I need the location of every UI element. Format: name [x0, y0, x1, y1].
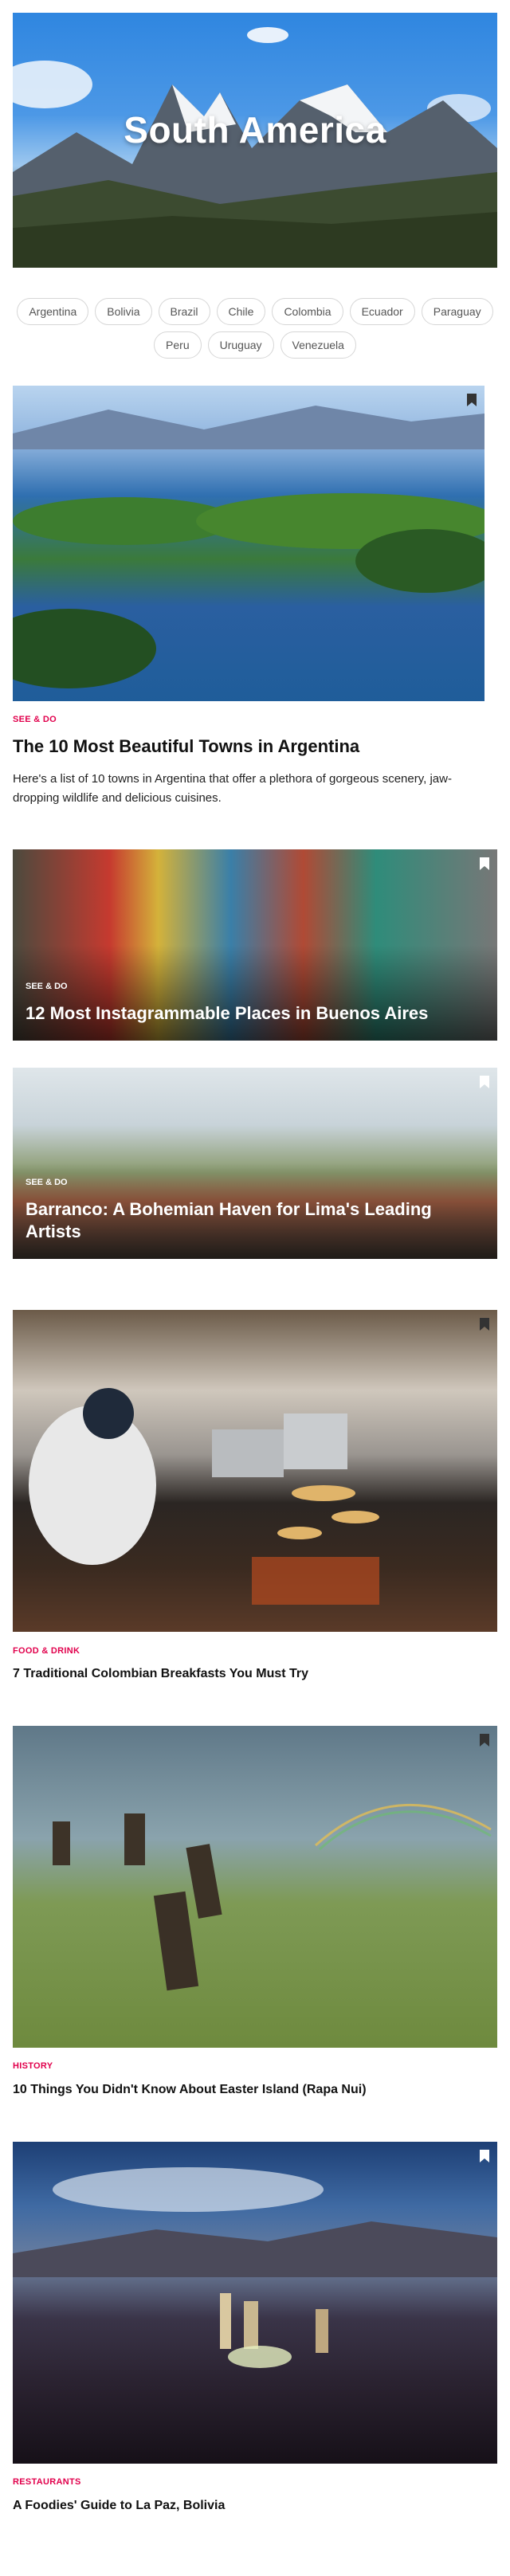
- chip-bolivia[interactable]: Bolivia: [95, 298, 152, 325]
- article-title[interactable]: A Foodies' Guide to La Paz, Bolivia: [13, 2499, 225, 2513]
- category-label[interactable]: HISTORY: [13, 2061, 53, 2071]
- bookmark-icon[interactable]: [480, 1318, 489, 1331]
- chip-venezuela[interactable]: Venezuela: [280, 331, 356, 359]
- image-gradient: [13, 945, 497, 1041]
- city-illustration: [13, 2167, 497, 2368]
- chip-paraguay[interactable]: Paraguay: [421, 298, 493, 325]
- hero-banner: South America: [13, 13, 497, 268]
- chip-uruguay[interactable]: Uruguay: [207, 331, 274, 359]
- chip-argentina[interactable]: Argentina: [17, 298, 89, 325]
- article-title[interactable]: 12 Most Instagrammable Places in Buenos …: [26, 1002, 472, 1025]
- article-image-easter-island[interactable]: [13, 1726, 497, 2048]
- chip-chile[interactable]: Chile: [216, 298, 266, 325]
- lake-illustration: [13, 406, 484, 688]
- category-label[interactable]: RESTAURANTS: [13, 2477, 81, 2487]
- article-title[interactable]: 10 Things You Didn't Know About Easter I…: [13, 2083, 367, 2097]
- chip-ecuador[interactable]: Ecuador: [349, 298, 415, 325]
- chip-peru[interactable]: Peru: [154, 331, 202, 359]
- bookmark-icon[interactable]: [480, 1734, 489, 1747]
- category-label[interactable]: SEE & DO: [26, 1178, 68, 1187]
- category-label[interactable]: FOOD & DRINK: [13, 1646, 80, 1656]
- article-image-argentina-towns[interactable]: [13, 386, 484, 701]
- kitchen-illustration: [29, 1388, 379, 1605]
- article-image-la-paz[interactable]: [13, 2142, 497, 2464]
- category-label[interactable]: SEE & DO: [13, 715, 57, 724]
- article-title[interactable]: 7 Traditional Colombian Breakfasts You M…: [13, 1667, 308, 1681]
- page-title: South America: [124, 109, 386, 151]
- category-label[interactable]: SEE & DO: [26, 982, 68, 991]
- moai-illustration: [53, 1803, 492, 1991]
- article-description: Here's a list of 10 towns in Argentina t…: [13, 772, 452, 805]
- bookmark-icon[interactable]: [480, 2150, 489, 2162]
- chip-colombia[interactable]: Colombia: [272, 298, 343, 325]
- bookmark-icon[interactable]: [467, 394, 477, 406]
- bookmark-icon[interactable]: [480, 857, 489, 870]
- article-title[interactable]: Barranco: A Bohemian Haven for Lima's Le…: [26, 1198, 472, 1243]
- bookmark-icon[interactable]: [480, 1076, 489, 1088]
- country-filter: Argentina Bolivia Brazil Chile Colombia Ecuad…: [13, 298, 497, 365]
- article-image-colombian-breakfast[interactable]: [13, 1310, 497, 1632]
- article-title[interactable]: The 10 Most Beautiful Towns in Argentina: [13, 736, 359, 757]
- chip-brazil[interactable]: Brazil: [158, 298, 210, 325]
